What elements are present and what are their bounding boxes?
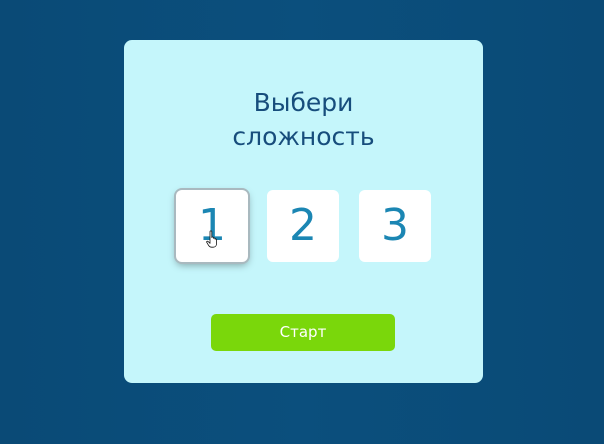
pointer-hand-icon <box>206 230 217 248</box>
start-button[interactable]: Старт <box>211 314 395 351</box>
difficulty-dialog: Выбери сложность 1 2 3 Старт <box>124 40 483 383</box>
difficulty-level-3-button[interactable]: 3 <box>359 190 431 262</box>
difficulty-level-3-label: 3 <box>381 200 409 251</box>
dialog-title-line-1: Выбери <box>253 88 354 117</box>
difficulty-level-2-button[interactable]: 2 <box>267 190 339 262</box>
difficulty-level-1-button[interactable]: 1 <box>176 190 248 262</box>
dialog-title-line-2: сложность <box>232 122 375 151</box>
start-button-label: Старт <box>279 323 327 341</box>
difficulty-level-2-label: 2 <box>289 200 317 251</box>
dialog-title: Выбери сложность <box>124 86 483 154</box>
